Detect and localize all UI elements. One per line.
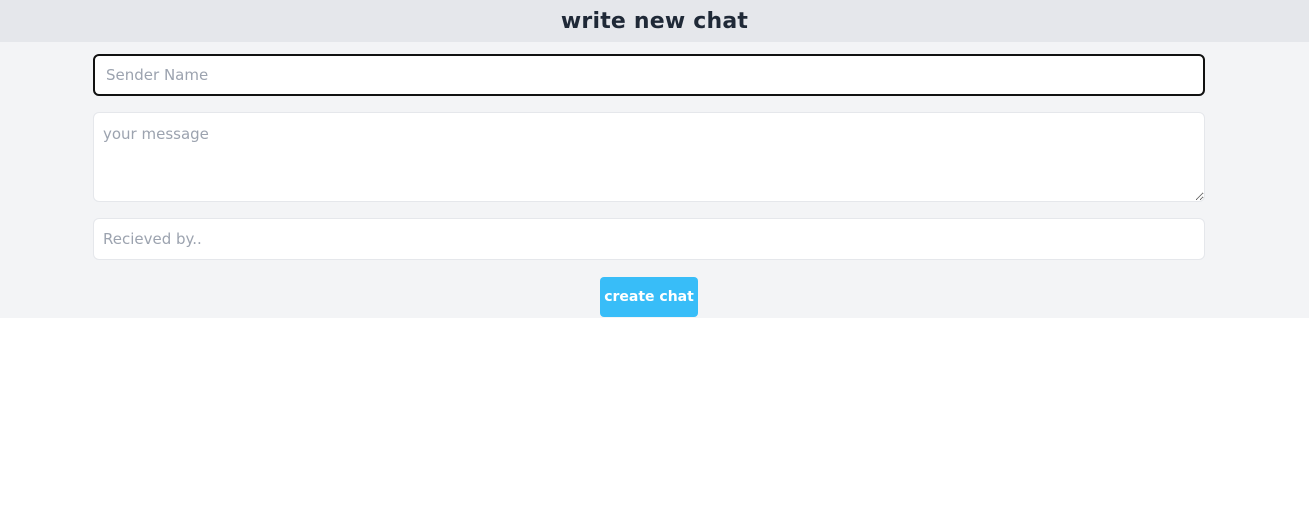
- page-title: write new chat: [560, 8, 749, 34]
- create-chat-button[interactable]: create chat: [600, 277, 698, 317]
- sender-name-input[interactable]: [93, 54, 1205, 96]
- received-by-input[interactable]: [93, 218, 1205, 260]
- message-textarea[interactable]: [93, 112, 1205, 202]
- page-header: write new chat: [0, 0, 1309, 42]
- new-chat-form: create chat: [0, 42, 1309, 318]
